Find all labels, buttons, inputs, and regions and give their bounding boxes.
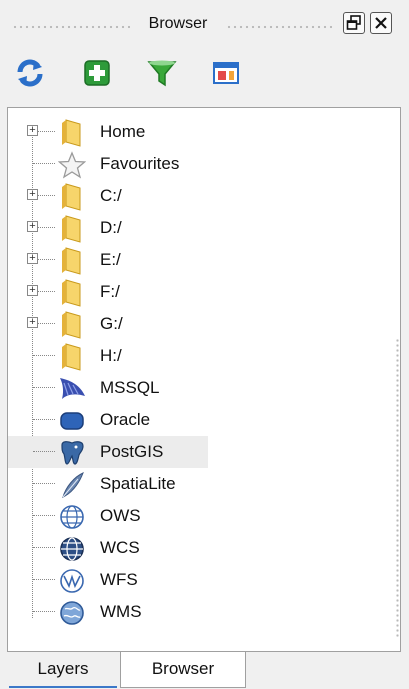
tree-item-label: PostGIS <box>100 442 164 461</box>
folder-icon <box>58 215 86 243</box>
ows-globe-icon <box>58 503 86 531</box>
tree-item-label: Favourites <box>100 154 180 173</box>
tree-item[interactable]: OWS <box>8 500 388 532</box>
wms-globe-icon <box>58 599 86 627</box>
tree-item-label: SpatiaLite <box>100 474 176 493</box>
tree-branch-line <box>33 355 55 356</box>
float-icon <box>346 15 361 30</box>
tree-item[interactable]: + G:/ <box>8 308 388 340</box>
collapse-all-icon <box>213 62 239 84</box>
expand-toggle-icon[interactable]: + <box>27 253 38 264</box>
folder-icon <box>58 119 86 147</box>
tree-branch-line <box>33 579 55 580</box>
wcs-globe-icon <box>58 535 86 563</box>
collapse-all-button[interactable] <box>210 57 242 89</box>
tree-item[interactable]: + E:/ <box>8 244 388 276</box>
tree-item-label: WCS <box>100 538 140 557</box>
panel-title: Browser <box>0 15 356 33</box>
tree-branch-line <box>33 515 55 516</box>
tree-item-label: H:/ <box>100 346 122 365</box>
tree-branch-line <box>33 163 55 164</box>
folder-icon <box>58 279 86 307</box>
tree-item-label: C:/ <box>100 186 122 205</box>
folder-icon <box>58 311 86 339</box>
browser-tree[interactable]: + Home Favourites + C:/ + D:/ + E:/ + F:/ + G:/ H:/ MS… <box>7 107 401 652</box>
star-icon <box>57 151 87 179</box>
tree-item-label: G:/ <box>100 314 123 333</box>
tree-item-label: OWS <box>100 506 141 525</box>
add-icon <box>84 60 110 86</box>
tree-item[interactable]: + F:/ <box>8 276 388 308</box>
spatialite-icon <box>58 471 86 499</box>
filter-icon <box>147 60 177 87</box>
tree-branch-line <box>33 387 55 388</box>
tree-item-label: D:/ <box>100 218 122 237</box>
tree-item[interactable]: MSSQL <box>8 372 388 404</box>
tab-layers[interactable]: Layers <box>9 652 117 688</box>
tree-branch-line <box>33 419 55 420</box>
refresh-button[interactable] <box>14 57 46 89</box>
tree-branch-line <box>33 451 55 452</box>
expand-toggle-icon[interactable]: + <box>27 221 38 232</box>
close-button[interactable] <box>370 12 392 34</box>
add-layer-button[interactable] <box>81 57 113 89</box>
tree-item[interactable]: WCS <box>8 532 388 564</box>
tree-branch-line <box>33 483 55 484</box>
tree-branch-line <box>33 611 55 612</box>
expand-toggle-icon[interactable]: + <box>27 189 38 200</box>
browser-toolbar <box>0 50 409 96</box>
tree-item-label: E:/ <box>100 250 121 269</box>
tree-item[interactable]: Favourites <box>8 148 388 180</box>
tree-item[interactable]: WFS <box>8 564 388 596</box>
folder-icon <box>58 343 86 371</box>
tree-item[interactable]: + D:/ <box>8 212 388 244</box>
tree-branch-line <box>33 547 55 548</box>
dock-tabs: Layers Browser <box>0 652 409 689</box>
tree-item-label: F:/ <box>100 282 120 301</box>
expand-toggle-icon[interactable]: + <box>27 317 38 328</box>
close-icon <box>375 17 387 29</box>
tree-item[interactable]: H:/ <box>8 340 388 372</box>
tree-item-label: Oracle <box>100 410 151 429</box>
expand-toggle-icon[interactable]: + <box>27 285 38 296</box>
tree-item-label: MSSQL <box>100 378 160 397</box>
tab-browser[interactable]: Browser <box>120 652 246 688</box>
tree-item[interactable]: + C:/ <box>8 180 388 212</box>
resize-grip[interactable] <box>395 338 400 638</box>
tree-item[interactable]: Oracle <box>8 404 388 436</box>
mssql-icon <box>58 375 86 403</box>
tree-item-label: WFS <box>100 570 138 589</box>
refresh-icon <box>17 59 43 87</box>
folder-icon <box>58 183 86 211</box>
expand-toggle-icon[interactable]: + <box>27 125 38 136</box>
tree-item[interactable]: + Home <box>8 116 388 148</box>
wfs-globe-icon <box>58 567 86 595</box>
tree-item[interactable]: WMS <box>8 596 388 628</box>
tree-item[interactable]: SpatiaLite <box>8 468 388 500</box>
float-button[interactable] <box>343 12 365 34</box>
tree-item-label: Home <box>100 122 146 141</box>
filter-button[interactable] <box>146 57 178 89</box>
oracle-icon <box>58 407 86 435</box>
folder-icon <box>58 247 86 275</box>
dock-title-bar[interactable]: Browser <box>0 0 409 44</box>
postgis-icon <box>58 439 86 467</box>
tree-item-label: WMS <box>100 602 142 621</box>
tree-item[interactable]: PostGIS <box>8 436 208 468</box>
